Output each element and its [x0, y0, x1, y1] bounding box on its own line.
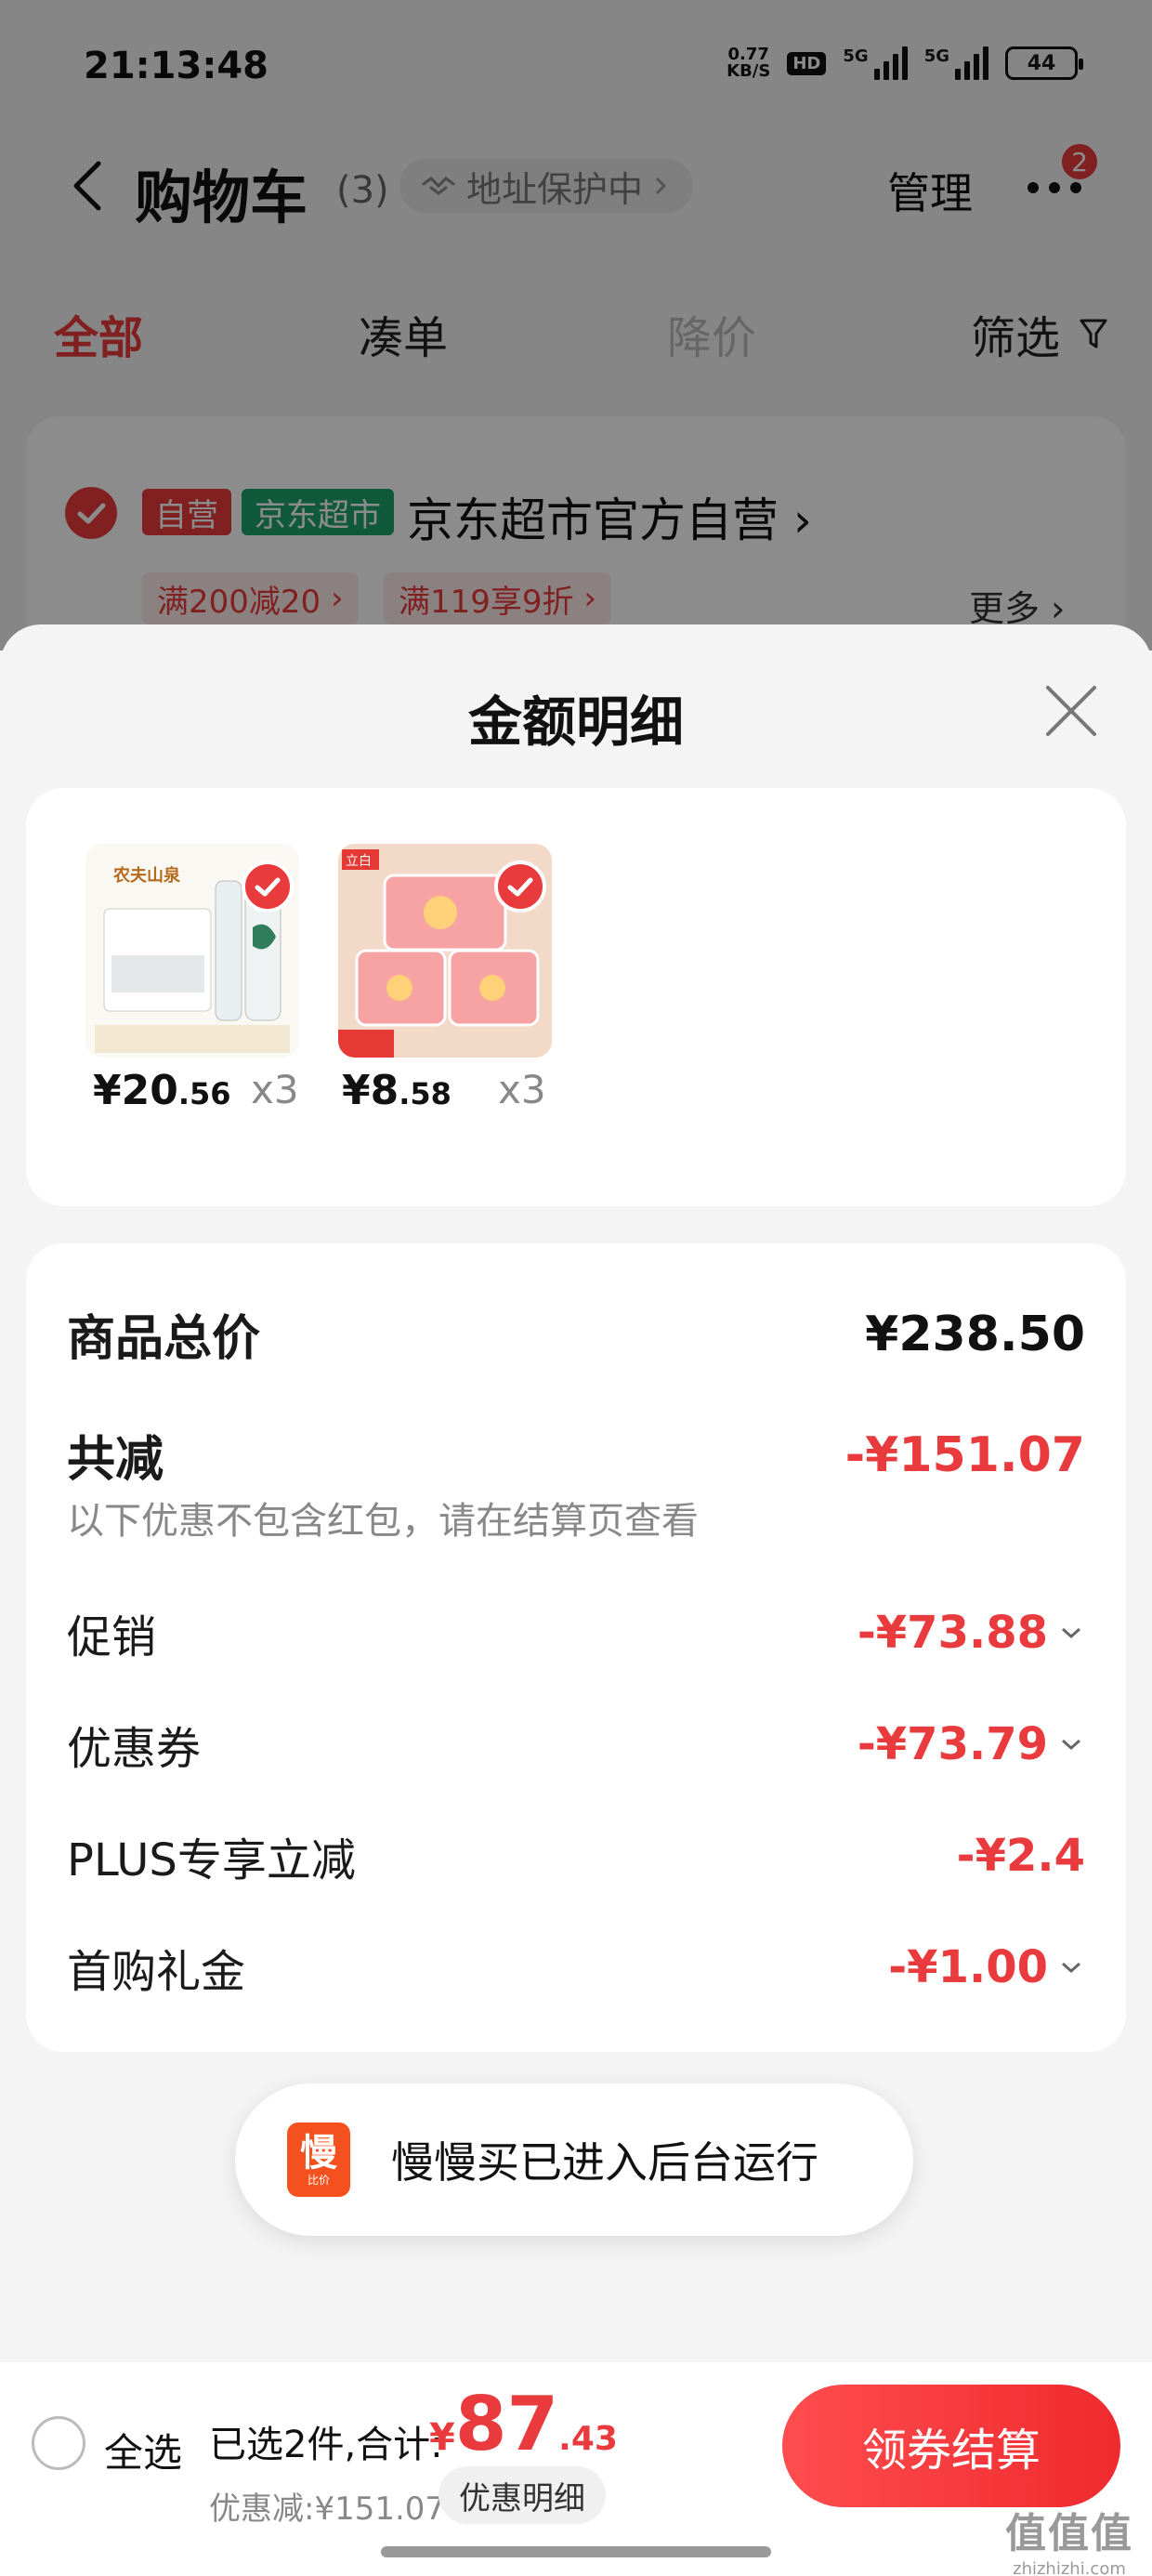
price-decimal: .58	[399, 1076, 452, 1111]
selected-check-icon	[242, 861, 294, 913]
product-item[interactable]: 立白	[338, 844, 552, 1058]
total-price-row: 商品总价 ¥238.50	[67, 1299, 1085, 1369]
price-integer: ¥20	[93, 1067, 178, 1114]
first-purchase-value-wrap: -¥1.00	[888, 1941, 1085, 1993]
product-price: ¥8.58	[342, 1067, 452, 1114]
discount-summary: 优惠减:¥151.07	[209, 2491, 446, 2528]
total-integer: 87	[454, 2381, 559, 2467]
total-price-value: ¥238.50	[865, 1306, 1085, 1362]
total-currency: ¥	[429, 2416, 455, 2459]
product-image-laundry: 立白	[338, 844, 552, 1058]
promotion-value: -¥73.88	[857, 1607, 1048, 1659]
discount-detail-button[interactable]: 优惠明细	[439, 2466, 606, 2524]
coupon-row[interactable]: 优惠券 -¥73.79	[67, 1712, 1085, 1777]
plus-reduce-row: PLUS专享立减 -¥2.4	[67, 1823, 1085, 1888]
sheet-title: 金额明细	[467, 690, 684, 754]
coupon-value: -¥73.79	[857, 1718, 1048, 1770]
select-all-radio[interactable]	[32, 2416, 85, 2470]
brand-logo-text: 农夫山泉	[112, 865, 181, 886]
amount-detail-sheet: 金额明细 农夫山泉 ¥20.56 x3 立白 ¥8.58 x3 商品总价 ¥23…	[0, 624, 1152, 2372]
total-price-label: 商品总价	[67, 1311, 261, 1367]
first-purchase-value: -¥1.00	[888, 1941, 1048, 1993]
checkout-bar: 全选 已选2件,合计: ¥87.43 优惠减:¥151.07 优惠明细 领券结算…	[0, 2362, 1152, 2576]
product-quantity: x3	[251, 1067, 299, 1112]
app-icon-sub: 比价	[307, 2174, 330, 2187]
plus-reduce-label: PLUS专享立减	[67, 1834, 356, 1886]
chevron-down-icon	[1062, 1739, 1080, 1751]
product-image-water: 农夫山泉	[85, 844, 299, 1058]
product-price: ¥20.56	[93, 1067, 231, 1114]
select-all-label[interactable]: 全选	[104, 2422, 182, 2478]
checkout-button[interactable]: 领券结算	[782, 2385, 1120, 2507]
chevron-down-icon	[1062, 1962, 1080, 1974]
summary-card: 商品总价 ¥238.50 共减 -¥151.07 以下优惠不包含红包，请在结算页…	[26, 1243, 1126, 2052]
app-icon-char: 慢	[300, 2132, 337, 2175]
home-indicator[interactable]	[381, 2546, 771, 2557]
plus-reduce-value: -¥2.4	[956, 1830, 1085, 1882]
total-reduce-row: 共减 -¥151.07	[67, 1420, 1085, 1490]
toast-text: 慢慢买已进入后台运行	[391, 2137, 818, 2188]
promotion-value-wrap: -¥73.88	[857, 1607, 1085, 1659]
total-amount: ¥87.43	[429, 2381, 618, 2467]
first-purchase-row[interactable]: 首购礼金 -¥1.00	[67, 1935, 1085, 2000]
total-reduce-value: -¥151.07	[844, 1426, 1085, 1483]
coupon-label: 优惠券	[67, 1723, 202, 1775]
close-icon[interactable]	[1039, 678, 1104, 743]
promotion-row[interactable]: 促销 -¥73.88	[67, 1600, 1085, 1665]
site-watermark: 值值值 zhizhizhi.com	[1005, 2500, 1133, 2576]
watermark-url: zhizhizhi.com	[1013, 2559, 1126, 2576]
total-reduce-label: 共减	[67, 1432, 164, 1488]
chevron-down-icon	[1062, 1627, 1080, 1639]
products-card: 农夫山泉 ¥20.56 x3 立白 ¥8.58 x3	[26, 788, 1126, 1206]
selected-check-icon	[494, 861, 546, 913]
product-quantity: x3	[498, 1067, 546, 1112]
promotion-label: 促销	[67, 1611, 157, 1663]
first-purchase-label: 首购礼金	[67, 1946, 246, 1998]
background-running-toast: 慢 比价 慢慢买已进入后台运行	[235, 2083, 913, 2236]
manmanmai-app-icon: 慢 比价	[287, 2123, 350, 2197]
product-item[interactable]: 农夫山泉	[85, 844, 299, 1058]
price-integer: ¥8	[342, 1067, 399, 1114]
cart-page: 21:13:48 0.77 KB/S HD 5G 5G 44 购物车 (3) 地…	[0, 0, 1152, 2576]
selected-count-label: 已选2件,合计:	[209, 2424, 443, 2466]
coupon-value-wrap: -¥73.79	[857, 1718, 1085, 1770]
dim-overlay[interactable]	[0, 0, 1152, 651]
total-decimal: .43	[558, 2420, 618, 2458]
watermark-logo: 值值值	[1005, 2510, 1133, 2557]
price-decimal: .56	[177, 1076, 231, 1111]
brand-logo-text: 立白	[346, 854, 372, 869]
reduce-note: 以下优惠不包含红包，请在结算页查看	[67, 1500, 699, 1543]
